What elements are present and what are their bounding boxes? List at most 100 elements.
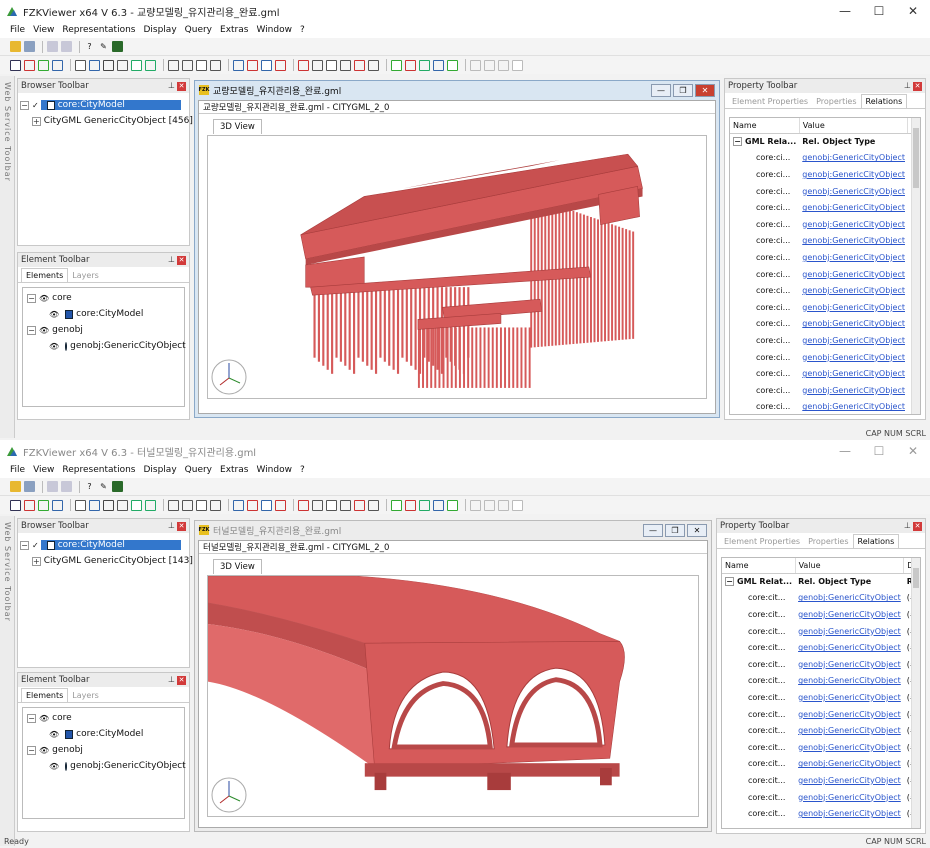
view2-icon[interactable] bbox=[405, 499, 416, 511]
eye-icon[interactable]: 👁 bbox=[39, 714, 49, 723]
tab-elements[interactable]: Elements bbox=[21, 688, 69, 702]
element-item[interactable]: 👁 core:CityModel bbox=[27, 726, 180, 742]
table-group-row[interactable]: −GML Relat... Rel. Object Type Rel. ... bbox=[722, 573, 920, 590]
doc-close-button[interactable]: ✕ bbox=[687, 523, 707, 537]
web-service-toolbar-strip[interactable]: Web Service Toolbar bbox=[0, 516, 15, 846]
pin-icon[interactable]: ⊥ bbox=[168, 675, 175, 684]
maximize-button[interactable]: ☐ bbox=[862, 0, 896, 22]
zoom-icon[interactable] bbox=[75, 59, 86, 71]
view2-icon[interactable] bbox=[405, 59, 416, 71]
row-value-link[interactable]: genobj:GenericCityObject bbox=[795, 590, 904, 607]
light-icon[interactable] bbox=[233, 59, 244, 71]
element-item[interactable]: − 👁 genobj bbox=[27, 742, 180, 758]
table-row[interactable]: core:ci... genobj:GenericCityObject (#78… bbox=[730, 233, 920, 250]
table-row[interactable]: core:cit... genobj:GenericCityObject (#2… bbox=[722, 789, 920, 806]
select-icon[interactable] bbox=[10, 59, 21, 71]
close-icon[interactable]: ✕ bbox=[177, 81, 186, 91]
row-value-link[interactable]: genobj:GenericCityObject bbox=[795, 606, 904, 623]
row-value-link[interactable]: genobj:GenericCityObject bbox=[795, 789, 904, 806]
table-row[interactable]: core:cit... genobj:GenericCityObject (#2… bbox=[722, 623, 920, 640]
axis-icon[interactable] bbox=[168, 59, 179, 71]
section-icon[interactable] bbox=[196, 59, 207, 71]
color-icon[interactable] bbox=[247, 59, 258, 71]
walk-icon[interactable] bbox=[89, 59, 100, 71]
box-fill-icon[interactable] bbox=[145, 499, 156, 511]
row-value-link[interactable]: genobj:GenericCityObject bbox=[799, 349, 908, 366]
table-row[interactable]: core:cit... genobj:GenericCityObject (#2… bbox=[722, 756, 920, 773]
tab-properties[interactable]: Properties bbox=[812, 94, 860, 108]
relations-scrollbar[interactable] bbox=[911, 558, 920, 828]
row-value-link[interactable]: genobj:GenericCityObject bbox=[799, 316, 908, 333]
table-row[interactable]: core:cit... genobj:GenericCityObject (#2… bbox=[722, 739, 920, 756]
close-icon[interactable]: ✕ bbox=[177, 521, 186, 531]
target-icon[interactable] bbox=[275, 499, 286, 511]
view4-icon[interactable] bbox=[433, 59, 444, 71]
table-row[interactable]: core:ci... genobj:GenericCityObject (#77… bbox=[730, 183, 920, 200]
eye-icon[interactable]: 👁 bbox=[39, 326, 49, 335]
tab-3d-view[interactable]: 3D View bbox=[213, 119, 262, 134]
menu-display[interactable]: Display bbox=[143, 465, 176, 475]
table-row[interactable]: core:ci... genobj:GenericCityObject (#78… bbox=[730, 349, 920, 366]
column-header[interactable]: Value bbox=[795, 558, 905, 574]
table-row[interactable]: core:cit... genobj:GenericCityObject (#2… bbox=[722, 639, 920, 656]
color-icon[interactable] bbox=[247, 499, 258, 511]
minimize-button[interactable]: — bbox=[828, 440, 862, 462]
move4-icon[interactable] bbox=[354, 499, 365, 511]
close-icon[interactable]: ✕ bbox=[913, 521, 922, 531]
close-button[interactable]: ✕ bbox=[896, 0, 930, 22]
axis-icon[interactable] bbox=[168, 499, 179, 511]
pin-icon[interactable]: ⊥ bbox=[168, 81, 175, 90]
grid4-icon[interactable] bbox=[512, 59, 523, 71]
row-value-link[interactable]: genobj:GenericCityObject bbox=[799, 299, 908, 316]
doc-close-button[interactable]: ✕ bbox=[695, 83, 715, 97]
table-row[interactable]: core:ci... genobj:GenericCityObject (#78… bbox=[730, 316, 920, 333]
tree-root[interactable]: − ✓ core:CityModel bbox=[20, 97, 187, 113]
menu-help[interactable]: ? bbox=[300, 25, 305, 35]
tab-relations[interactable]: Relations bbox=[852, 534, 900, 548]
element-item[interactable]: 👁 genobj:GenericCityObject bbox=[27, 758, 186, 774]
web-service-toolbar-strip[interactable]: Web Service Toolbar bbox=[0, 76, 15, 438]
row-value-link[interactable]: genobj:GenericCityObject bbox=[795, 722, 904, 739]
expand-icon[interactable]: + bbox=[32, 556, 41, 566]
row-value-link[interactable]: genobj:GenericCityObject bbox=[799, 249, 908, 266]
grid-icon[interactable] bbox=[112, 41, 123, 52]
table-row[interactable]: core:ci... genobj:GenericCityObject (#78… bbox=[730, 365, 920, 382]
move3-icon[interactable] bbox=[340, 499, 351, 511]
copy-icon[interactable] bbox=[47, 41, 58, 52]
table-row[interactable]: core:cit... genobj:GenericCityObject (#2… bbox=[722, 772, 920, 789]
collapse-icon[interactable]: − bbox=[27, 293, 36, 303]
menu-window[interactable]: Window bbox=[256, 25, 292, 35]
pin-icon[interactable]: ⊥ bbox=[168, 255, 175, 264]
row-value-link[interactable]: genobj:GenericCityObject bbox=[799, 150, 908, 167]
close-icon[interactable]: ✕ bbox=[913, 81, 922, 91]
row-value-link[interactable]: genobj:GenericCityObject bbox=[799, 365, 908, 382]
grid-icon[interactable] bbox=[112, 481, 123, 492]
measure-icon[interactable] bbox=[368, 59, 379, 71]
menu-help[interactable]: ? bbox=[300, 465, 305, 475]
relations-scrollbar[interactable] bbox=[911, 118, 920, 414]
flag-icon[interactable] bbox=[210, 499, 221, 511]
table-row[interactable]: core:cit... genobj:GenericCityObject (#2… bbox=[722, 706, 920, 723]
row-value-link[interactable]: genobj:GenericCityObject bbox=[795, 756, 904, 773]
row-value-link[interactable]: genobj:GenericCityObject bbox=[795, 706, 904, 723]
row-value-link[interactable]: genobj:GenericCityObject bbox=[799, 166, 908, 183]
element-item[interactable]: − 👁 core bbox=[27, 290, 180, 306]
row-value-link[interactable]: genobj:GenericCityObject bbox=[795, 673, 904, 690]
menu-file[interactable]: File bbox=[10, 25, 25, 35]
copy-icon[interactable] bbox=[47, 481, 58, 492]
table-row[interactable]: core:cit... genobj:GenericCityObject (#2… bbox=[722, 722, 920, 739]
element-item[interactable]: − 👁 genobj bbox=[27, 322, 180, 338]
collapse-icon[interactable]: − bbox=[20, 100, 29, 110]
axis2-icon[interactable] bbox=[182, 499, 193, 511]
menu-query[interactable]: Query bbox=[185, 465, 212, 475]
row-value-link[interactable]: genobj:GenericCityObject bbox=[799, 233, 908, 250]
paste-icon[interactable] bbox=[61, 41, 72, 52]
row-value-link[interactable]: genobj:GenericCityObject bbox=[799, 382, 908, 399]
snap-icon[interactable] bbox=[298, 59, 309, 71]
view5-icon[interactable] bbox=[447, 59, 458, 71]
box-icon[interactable] bbox=[117, 499, 128, 511]
close-icon[interactable]: ✕ bbox=[177, 675, 186, 685]
view4-icon[interactable] bbox=[433, 499, 444, 511]
eye-icon[interactable]: 👁 bbox=[49, 762, 59, 771]
box-solid-icon[interactable] bbox=[131, 59, 142, 71]
